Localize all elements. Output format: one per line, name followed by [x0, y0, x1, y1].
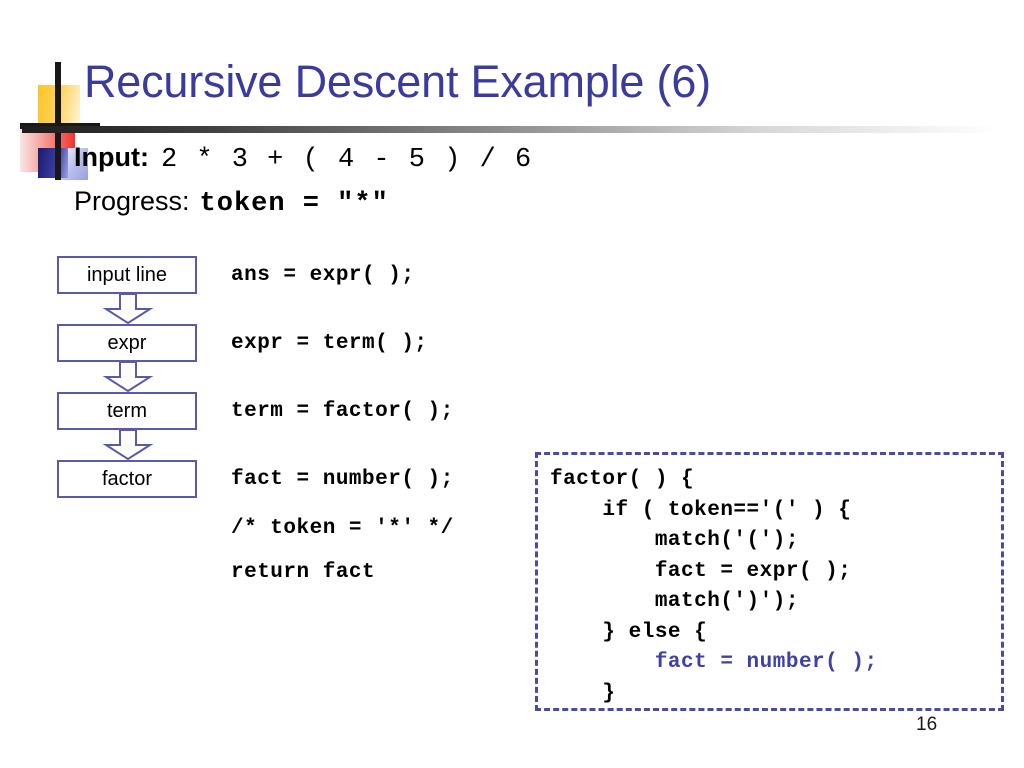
bullet-navy-square [38, 148, 68, 176]
flow-node-input-line: input line [57, 256, 197, 294]
factor-code-box: factor( ) { if ( token=='(' ) { match('(… [535, 452, 1004, 711]
progress-value: token = "*" [199, 189, 389, 219]
flow-node-label: term [107, 399, 147, 422]
flow-node-label: factor [101, 467, 153, 490]
code-line: } [550, 681, 616, 705]
down-arrow-icon [102, 362, 154, 392]
flow-node-label: input line [86, 263, 168, 286]
code-line: match(')'); [550, 590, 799, 613]
bullet-vertical-bar [55, 133, 61, 177]
input-line: Input: 2 * 3 + ( 4 - 5 ) / 6 [74, 142, 533, 175]
trace-line: ans = expr( ); [231, 264, 415, 287]
flow-node-expr: expr [57, 324, 197, 362]
page-title: Recursive Descent Example (6) [84, 56, 711, 107]
flow-arrow-3 [57, 430, 199, 460]
input-expression: 2 * 3 + ( 4 - 5 ) / 6 [160, 145, 533, 175]
trace-line: return fact [231, 561, 376, 584]
code-line-highlighted: fact = number( ); [550, 651, 878, 674]
trace-line: expr = term( ); [231, 332, 428, 355]
flow-arrow-2 [57, 362, 199, 392]
down-arrow-icon [102, 430, 154, 460]
input-label: Input: [74, 142, 149, 172]
down-arrow-icon [102, 294, 154, 324]
trace-line: term = factor( ); [231, 400, 454, 423]
flow-node-label: expr [107, 331, 147, 354]
code-line: } else { [550, 620, 708, 644]
code-line: fact = expr( ); [550, 559, 852, 583]
code-line: match('('); [550, 529, 799, 552]
progress-line: Progress: token = "*" [74, 186, 389, 219]
title-divider [22, 126, 1000, 133]
flow-node-term: term [57, 392, 197, 430]
code-line: factor( ) { [550, 468, 695, 491]
flow-node-factor: factor [57, 460, 197, 498]
page-number: 16 [916, 714, 938, 735]
progress-label: Progress: [74, 186, 190, 216]
flow-arrow-1 [57, 294, 199, 324]
trace-line: /* token = '*' */ [231, 517, 454, 540]
trace-line: fact = number( ); [231, 468, 454, 491]
code-line: if ( token=='(' ) { [550, 498, 852, 522]
call-stack-flowchart: input line expr term factor [57, 256, 199, 498]
